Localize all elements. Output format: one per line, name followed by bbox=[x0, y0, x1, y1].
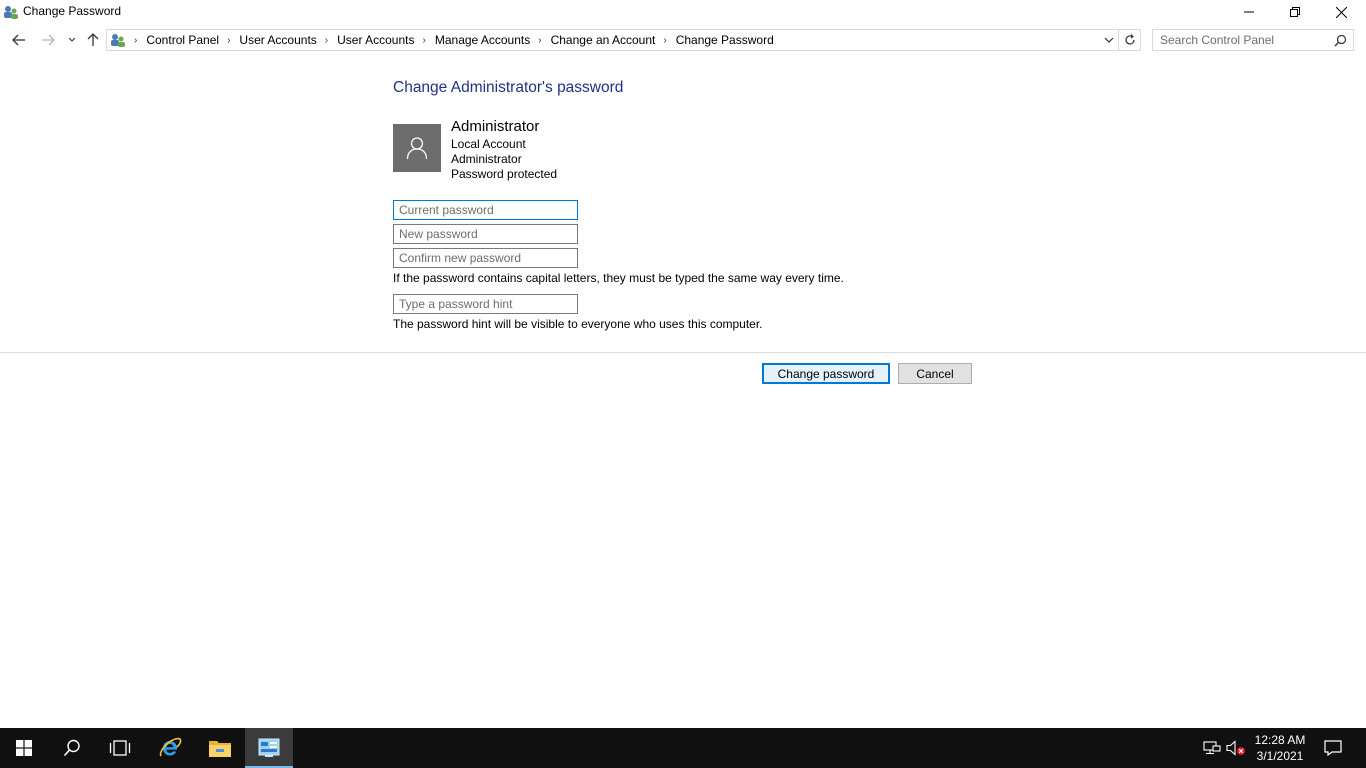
network-icon bbox=[1203, 741, 1221, 755]
address-bar[interactable]: › Control Panel › User Accounts › User A… bbox=[106, 29, 1119, 51]
breadcrumb-separator[interactable]: › bbox=[134, 35, 137, 46]
control-panel-icon bbox=[111, 34, 125, 47]
notification-icon bbox=[1324, 740, 1342, 756]
breadcrumb-change-an-account[interactable]: Change an Account bbox=[551, 33, 656, 47]
taskbar-search-button[interactable] bbox=[48, 728, 96, 768]
divider bbox=[0, 352, 1366, 353]
caps-note: If the password contains capital letters… bbox=[393, 271, 844, 285]
search-icon[interactable] bbox=[1334, 34, 1347, 47]
navigation-bar: › Control Panel › User Accounts › User A… bbox=[0, 28, 1366, 52]
breadcrumb-separator[interactable]: › bbox=[227, 35, 230, 46]
close-button[interactable] bbox=[1318, 0, 1364, 24]
folder-icon bbox=[209, 741, 231, 757]
minimize-button[interactable] bbox=[1226, 0, 1272, 24]
refresh-button[interactable] bbox=[1119, 29, 1141, 51]
breadcrumb-separator[interactable]: › bbox=[325, 35, 328, 46]
windows-logo-icon bbox=[16, 740, 32, 756]
search-input[interactable] bbox=[1160, 31, 1336, 49]
clock-time: 12:28 AM bbox=[1254, 733, 1306, 747]
hint-note: The password hint will be visible to eve… bbox=[393, 317, 763, 331]
account-status: Password protected bbox=[451, 167, 558, 181]
chevron-down-icon bbox=[1104, 37, 1114, 43]
search-box[interactable] bbox=[1152, 29, 1354, 51]
breadcrumb-user-accounts-sub[interactable]: User Accounts bbox=[337, 33, 414, 47]
breadcrumb-control-panel[interactable]: Control Panel bbox=[146, 33, 219, 47]
breadcrumb-separator[interactable]: › bbox=[538, 35, 541, 46]
account-name: Administrator bbox=[451, 118, 540, 135]
search-icon bbox=[63, 739, 80, 757]
system-clock[interactable]: 12:28 AM 3/1/2021 bbox=[1250, 732, 1310, 764]
breadcrumb-separator[interactable]: › bbox=[663, 35, 666, 46]
control-panel-icon bbox=[258, 738, 280, 757]
title-bar: Change Password bbox=[0, 0, 1366, 24]
new-password-field[interactable] bbox=[393, 224, 578, 244]
internet-explorer-icon bbox=[159, 737, 182, 757]
arrow-right-icon bbox=[42, 34, 55, 46]
page-title: Change Administrator's password bbox=[393, 79, 624, 96]
restore-button[interactable] bbox=[1272, 0, 1318, 24]
confirm-password-field[interactable] bbox=[393, 248, 578, 268]
change-password-button[interactable]: Change password bbox=[762, 363, 890, 384]
chevron-down-icon bbox=[68, 37, 76, 42]
breadcrumb-user-accounts[interactable]: User Accounts bbox=[239, 33, 316, 47]
breadcrumb-manage-accounts[interactable]: Manage Accounts bbox=[435, 33, 530, 47]
recent-locations-button[interactable] bbox=[62, 30, 82, 50]
password-hint-field[interactable] bbox=[393, 294, 578, 314]
network-tray-icon[interactable] bbox=[1202, 738, 1222, 758]
cancel-button[interactable]: Cancel bbox=[898, 363, 972, 384]
user-icon bbox=[406, 137, 428, 160]
account-role: Administrator bbox=[451, 152, 522, 166]
task-view-button[interactable] bbox=[96, 728, 144, 768]
task-view-icon bbox=[109, 740, 131, 756]
forward-button[interactable] bbox=[38, 30, 58, 50]
restore-icon bbox=[1290, 7, 1300, 17]
breadcrumb-change-password[interactable]: Change Password bbox=[676, 33, 774, 47]
refresh-icon bbox=[1124, 34, 1135, 45]
account-type: Local Account bbox=[451, 137, 526, 151]
volume-tray-icon[interactable] bbox=[1226, 738, 1246, 758]
back-button[interactable] bbox=[9, 30, 29, 50]
volume-muted-icon bbox=[1226, 740, 1245, 756]
arrow-up-icon bbox=[87, 33, 99, 46]
breadcrumb-separator[interactable]: › bbox=[423, 35, 426, 46]
window-title: Change Password bbox=[23, 4, 122, 18]
avatar bbox=[393, 124, 441, 172]
current-password-field[interactable] bbox=[393, 200, 578, 220]
internet-explorer-button[interactable] bbox=[146, 728, 194, 768]
minimize-icon bbox=[1244, 11, 1254, 13]
start-button[interactable] bbox=[0, 728, 48, 768]
up-button[interactable] bbox=[83, 30, 103, 50]
arrow-left-icon bbox=[12, 34, 25, 46]
action-center-button[interactable] bbox=[1320, 737, 1346, 759]
file-explorer-button[interactable] bbox=[196, 728, 244, 768]
address-dropdown-button[interactable] bbox=[1102, 33, 1116, 47]
close-icon bbox=[1335, 6, 1347, 18]
control-panel-icon bbox=[4, 6, 18, 19]
control-panel-taskbar-button[interactable] bbox=[245, 728, 293, 768]
taskbar: 12:28 AM 3/1/2021 bbox=[0, 728, 1366, 768]
clock-date: 3/1/2021 bbox=[1256, 749, 1304, 763]
